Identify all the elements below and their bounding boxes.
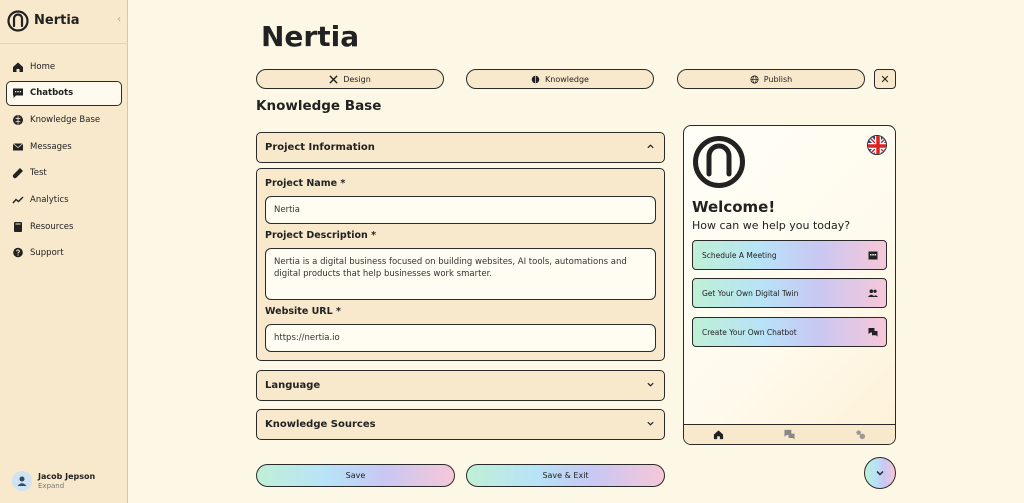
globe-icon [750,74,759,84]
support-icon [13,248,23,258]
brain-icon [531,75,540,83]
sidebar-item-home[interactable]: Home [6,54,122,79]
calendar-icon [868,251,878,260]
button-label: Get Your Own Digital Twin [702,288,799,298]
scroll-down-button[interactable] [864,457,896,489]
messages-icon[interactable] [784,429,795,440]
tab-publish[interactable]: Publish [677,69,865,89]
avatar [12,471,32,491]
brain-icon [13,114,23,125]
user-expand-link[interactable]: Expand [38,482,64,490]
chatbot-preview: Welcome! How can we help you today? Sche… [683,125,896,445]
sidebar-item-label: Chatbots [30,88,74,99]
tab-label: Knowledge [545,74,589,84]
project-information-panel: Project Name * Project Description * Ner… [256,168,665,361]
chevron-down-icon [647,382,654,387]
preview-welcome: Welcome! [692,198,776,216]
home-icon [13,62,23,72]
users-icon [868,289,878,297]
sidebar-nav: Home Chatbots Knowledge Base Messages Te… [6,54,122,268]
nertia-logo-icon [7,10,29,32]
sidebar-item-test[interactable]: Test [6,161,122,186]
sidebar-item-analytics[interactable]: Analytics [6,187,122,212]
tab-design[interactable]: Design [256,69,444,89]
accordion-knowledge-sources[interactable]: Knowledge Sources [256,409,665,440]
nertia-logo-icon [693,136,745,188]
digital-twin-button[interactable]: Get Your Own Digital Twin [692,278,887,308]
sidebar-item-label: Home [30,61,56,72]
sidebar-item-resources[interactable]: Resources [6,214,122,239]
close-button[interactable]: ✕ [874,69,896,89]
tab-label: Publish [763,74,793,84]
brand-name: Nertia [34,13,80,28]
sidebar-item-label: Knowledge Base [30,114,101,125]
user-name: Jacob Jepson [38,472,96,481]
save-and-exit-button[interactable]: Save & Exit [466,464,665,487]
chevron-down-icon [876,471,884,476]
user-profile[interactable]: Jacob Jepson Expand [12,471,122,493]
sidebar-item-label: Analytics [30,194,69,205]
sidebar-item-messages[interactable]: Messages [6,134,122,159]
tools-icon [329,74,338,84]
project-name-input[interactable] [265,196,656,224]
page-title: Nertia [261,20,360,53]
help-icon[interactable] [855,429,866,440]
chevron-up-icon [647,144,654,149]
preview-subtitle: How can we help you today? [692,219,851,232]
accordion-language[interactable]: Language [256,370,665,401]
project-description-textarea[interactable]: Nertia is a digital business focused on … [265,248,656,300]
preview-bottom-nav [684,424,895,444]
sidebar: Nertia ‹ Home Chatbots Knowledge Base Me… [0,0,128,503]
project-name-label: Project Name * [265,178,346,189]
accordion-title: Knowledge Sources [265,419,376,430]
brand[interactable]: Nertia ‹ [7,10,121,34]
user-icon [17,476,27,486]
button-label: Save [345,471,366,480]
button-label: Create Your Own Chatbot [702,327,797,337]
collapse-sidebar-icon[interactable]: ‹ [117,14,121,25]
sidebar-item-label: Resources [30,221,74,232]
chevron-down-icon [647,421,654,426]
sidebar-item-chatbots[interactable]: Chatbots [6,80,122,106]
accordion-title: Language [265,380,321,391]
flask-icon [12,168,23,179]
section-title: Knowledge Base [256,98,382,114]
accordion-title: Project Information [265,142,375,153]
chat-bubbles-icon [868,328,878,337]
book-icon [14,221,22,232]
schedule-meeting-button[interactable]: Schedule A Meeting [692,240,887,270]
website-url-input[interactable] [265,324,656,352]
button-label: Schedule A Meeting [702,250,777,260]
sidebar-item-label: Support [30,248,64,259]
sidebar-item-label: Test [30,168,47,179]
home-icon[interactable] [713,429,724,440]
accordion-project-information[interactable]: Project Information [256,132,665,163]
close-icon: ✕ [880,72,890,86]
trend-icon [12,196,24,204]
sidebar-item-knowledge-base[interactable]: Knowledge Base [6,107,122,132]
create-chatbot-button[interactable]: Create Your Own Chatbot [692,317,887,347]
project-description-label: Project Description * [265,230,377,241]
divider [0,43,128,44]
chat-icon [13,88,23,99]
sidebar-item-label: Messages [30,141,72,152]
sidebar-item-support[interactable]: Support [6,241,122,266]
uk-flag-icon[interactable] [867,135,887,155]
website-url-label: Website URL * [265,306,341,317]
tab-knowledge[interactable]: Knowledge [466,69,654,89]
envelope-icon [12,142,24,151]
save-button[interactable]: Save [256,464,455,487]
button-label: Save & Exit [542,471,589,480]
tab-label: Design [343,74,371,84]
